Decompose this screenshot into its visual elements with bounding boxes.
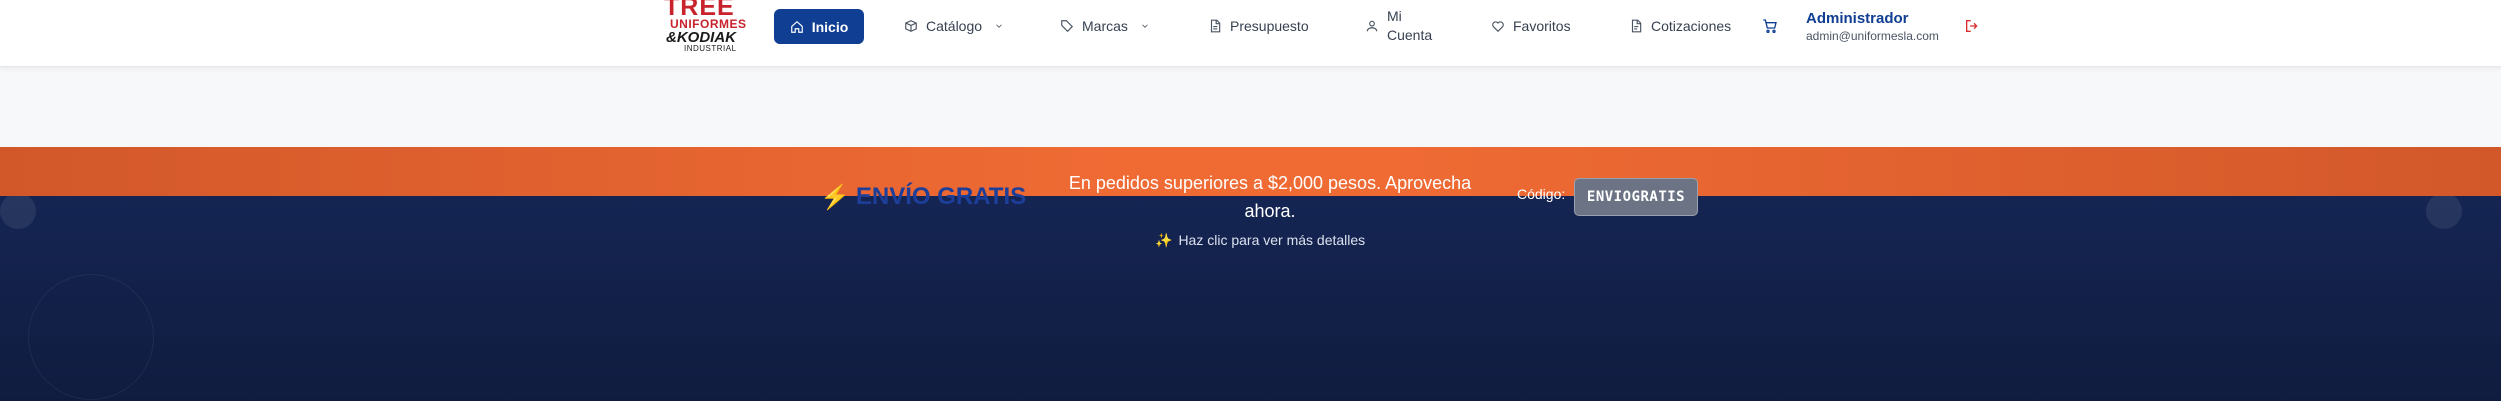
user-icon [1366,20,1378,32]
promo-code-label: Código: [1517,186,1566,202]
file-text-icon [1631,19,1642,33]
carousel-next-button[interactable] [2426,193,2462,229]
nav-presupuesto[interactable]: Presupuesto [1208,0,1309,52]
decorative-circle [28,274,154,400]
nav-mi-label: Mi [1387,8,1402,24]
nav-marcas[interactable]: Marcas [1060,0,1150,52]
nav-favoritos-label: Favoritos [1513,18,1571,34]
chevron-down-icon [1142,24,1148,28]
heart-icon [1492,21,1504,33]
promo-title[interactable]: ⚡ ENVÍO GRATIS [820,180,1026,214]
logout-icon [1966,20,1978,32]
logout-button[interactable] [1964,18,1980,39]
cart-button[interactable] [1762,18,1778,39]
nav-cotizaciones-label: Cotizaciones [1651,18,1732,34]
nav-cotizaciones[interactable]: Cotizaciones [1629,0,1731,52]
nav-mi-cuenta[interactable]: Mi Cuenta [1365,0,1432,52]
nav-inicio-button[interactable]: Inicio [774,9,864,44]
tag-icon [1061,20,1074,33]
nav-cuenta-label: Cuenta [1387,27,1433,43]
chevron-down-icon [996,24,1002,28]
nav-inicio-label: Inicio [811,18,849,35]
home-icon [790,20,803,33]
nav-catalogo[interactable]: Catálogo [904,0,1004,52]
user-email: admin@uniformesla.com [1806,29,1939,43]
promo-title-text: ENVÍO GRATIS [855,183,1027,210]
nav-presupuesto-label: Presupuesto [1230,18,1309,34]
nav-favoritos[interactable]: Favoritos [1491,0,1571,52]
box-icon [905,20,917,32]
top-navigation: TREE UNIFORMES &KODIAK INDUSTRIAL Inicio… [0,0,2501,67]
lightning-icon: ⚡ [820,183,850,211]
cart-icon [1763,19,1777,33]
sparkles-icon: ✨ [1155,232,1173,248]
promo-code-badge[interactable]: ENVIOGRATIS [1574,178,1698,216]
nav-marcas-label: Marcas [1082,18,1128,34]
nav-mi-cuenta-label: Mi Cuenta [1387,7,1432,45]
promo-description: En pedidos superiores a $2,000 pesos. Ap… [1068,173,1472,221]
nav-catalogo-label: Catálogo [926,18,983,34]
logo-text-industrial: INDUSTRIAL [684,44,737,53]
promo-details-link[interactable]: ✨ Haz clic para ver más detalles [1155,232,1365,249]
hero-banner [0,196,2501,401]
document-icon [1210,19,1221,33]
carousel-prev-button[interactable] [0,193,36,229]
brand-logo[interactable]: TREE UNIFORMES &KODIAK INDUSTRIAL [648,0,746,60]
promo-hint-text: Haz clic para ver más detalles [1178,232,1366,248]
logo-text-kodiak: &KODIAK [666,29,736,46]
user-name[interactable]: Administrador [1806,10,1909,27]
